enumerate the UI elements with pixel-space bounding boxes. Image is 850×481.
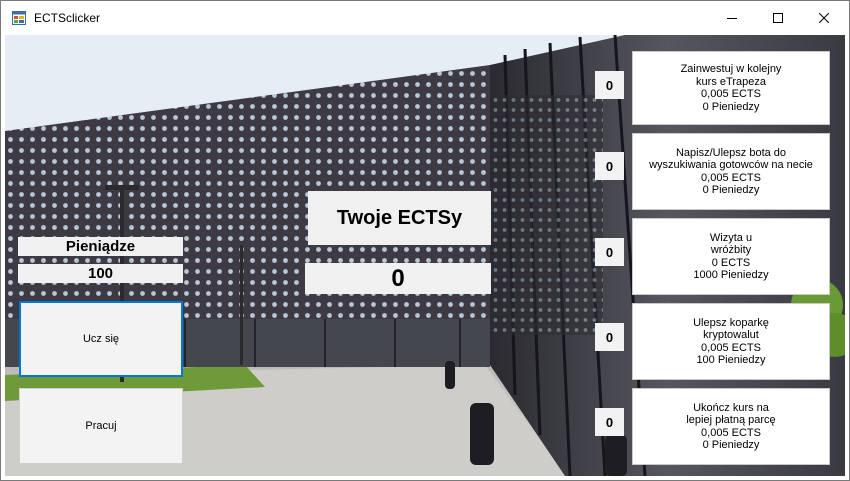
upgrade-line: kryptowalut: [703, 329, 759, 341]
upgrade-button-etrapez[interactable]: Zainwestuj w kolejny kurs eTrapeza 0,005…: [632, 51, 830, 125]
upgrade-line: wróżbity: [710, 244, 752, 256]
upgrade-line: Zainwestuj w kolejny: [680, 63, 782, 75]
study-button[interactable]: Ucz się: [19, 301, 183, 377]
upgrade-button-bot[interactable]: Napisz/Ulepsz bota do wyszukiwania gotow…: [632, 133, 830, 210]
upgrade-ects: 0,005 ECTS: [701, 341, 761, 354]
upgrade-line: wyszukiwania gotowców na necie: [649, 159, 813, 171]
upgrade-ects: 0,005 ECTS: [701, 88, 761, 100]
money-value: 100: [18, 264, 183, 283]
upgrade-line: Ulepsz koparkę: [693, 316, 769, 329]
upgrade-count-crypto: 0: [595, 323, 624, 351]
upgrade-button-course[interactable]: Ukończ kurs na lepiej płatną parcę 0,005…: [632, 388, 830, 465]
maximize-icon: [773, 13, 783, 23]
upgrade-cost: 0 Pieniedzy: [702, 184, 760, 196]
upgrade-line: Napisz/Ulepsz bota do: [675, 146, 787, 159]
app-window: ECTSclicker Pieniądze 100 Twoje ECTSy 0 …: [0, 0, 850, 481]
window-title: ECTSclicker: [34, 11, 101, 25]
work-button[interactable]: Pracuj: [19, 388, 183, 464]
ects-value: 0: [305, 263, 491, 294]
upgrade-cost: 100 Pieniedzy: [696, 354, 766, 366]
ects-label: Twoje ECTSy: [308, 191, 491, 245]
upgrade-ects: 0,005 ECTS: [701, 426, 761, 439]
upgrade-count-fortune: 0: [595, 238, 624, 266]
title-bar[interactable]: ECTSclicker: [1, 1, 849, 35]
upgrade-button-fortune[interactable]: Wizyta u wróżbity 0 ECTS 1000 Pieniedzy: [632, 218, 830, 295]
upgrade-cost: 0 Pieniedzy: [702, 100, 760, 113]
close-icon: [819, 13, 829, 23]
app-window-icon: [12, 11, 26, 25]
upgrade-ects: 0,005 ECTS: [701, 171, 761, 184]
upgrade-line: lepiej płatną parcę: [686, 414, 776, 426]
maximize-button[interactable]: [755, 1, 801, 35]
upgrade-line: kurs eTrapeza: [696, 75, 766, 88]
minimize-icon: [727, 18, 737, 19]
money-label: Pieniądze: [18, 237, 183, 256]
upgrade-count-etrapez: 0: [595, 71, 624, 99]
upgrade-line: Wizyta u: [709, 231, 753, 244]
upgrade-button-crypto[interactable]: Ulepsz koparkę kryptowalut 0,005 ECTS 10…: [632, 303, 830, 380]
close-button[interactable]: [801, 1, 847, 35]
upgrade-count-course: 0: [595, 408, 624, 436]
upgrade-cost: 0 Pieniedzy: [702, 439, 760, 451]
upgrade-line: Ukończ kurs na: [693, 401, 769, 414]
upgrade-ects: 0 ECTS: [711, 256, 751, 269]
upgrade-cost: 1000 Pieniedzy: [693, 269, 769, 281]
minimize-button[interactable]: [709, 1, 755, 35]
client-area: Pieniądze 100 Twoje ECTSy 0 Ucz się Prac…: [5, 35, 845, 476]
upgrade-count-bot: 0: [595, 152, 624, 180]
